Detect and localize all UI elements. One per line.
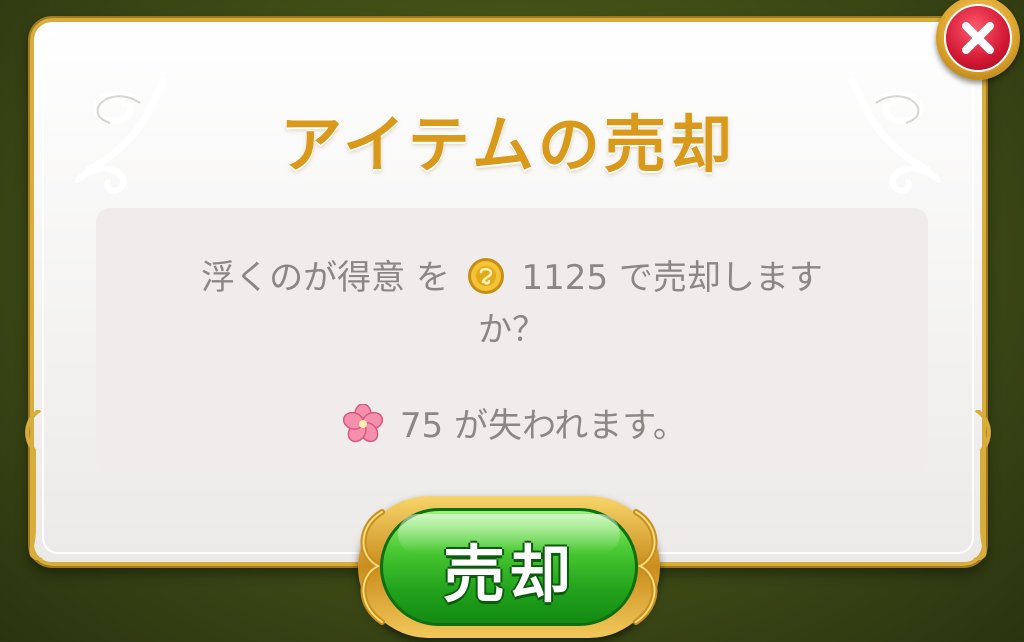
close-icon[interactable] bbox=[946, 6, 1010, 70]
message-line-2: か？ bbox=[478, 310, 546, 350]
flower-amount: 75 bbox=[399, 406, 444, 446]
dialog-title: アイテムの売却 bbox=[280, 108, 736, 181]
item-name-text: 浮くのが得意 を bbox=[201, 258, 450, 298]
right-frame-notch bbox=[973, 410, 991, 560]
loss-notice-text: が失われます。 bbox=[453, 406, 687, 446]
sell-button-label[interactable]: 売却 bbox=[358, 524, 660, 614]
close-button-face[interactable] bbox=[944, 4, 1012, 72]
sell-item-dialog: アイテムの売却 浮くのが得意 を 1125 で売却します か？ 75 が失われま… bbox=[25, 18, 991, 566]
message-line-3: 75 が失われます。 bbox=[96, 398, 928, 448]
pink-flower-icon bbox=[343, 403, 384, 442]
message-line-1: 浮くのが得意 を 1125 で売却します bbox=[96, 250, 928, 299]
sell-question-text: で売却します bbox=[618, 258, 823, 298]
gold-coin-icon bbox=[467, 257, 504, 294]
close-button[interactable] bbox=[936, 0, 1020, 80]
sell-button[interactable]: 売却 bbox=[358, 496, 660, 638]
left-frame-notch bbox=[25, 410, 43, 560]
message-box: 浮くのが得意 を 1125 で売却します か？ 75 が失われます。 bbox=[96, 208, 928, 472]
coin-amount: 1125 bbox=[521, 258, 609, 298]
